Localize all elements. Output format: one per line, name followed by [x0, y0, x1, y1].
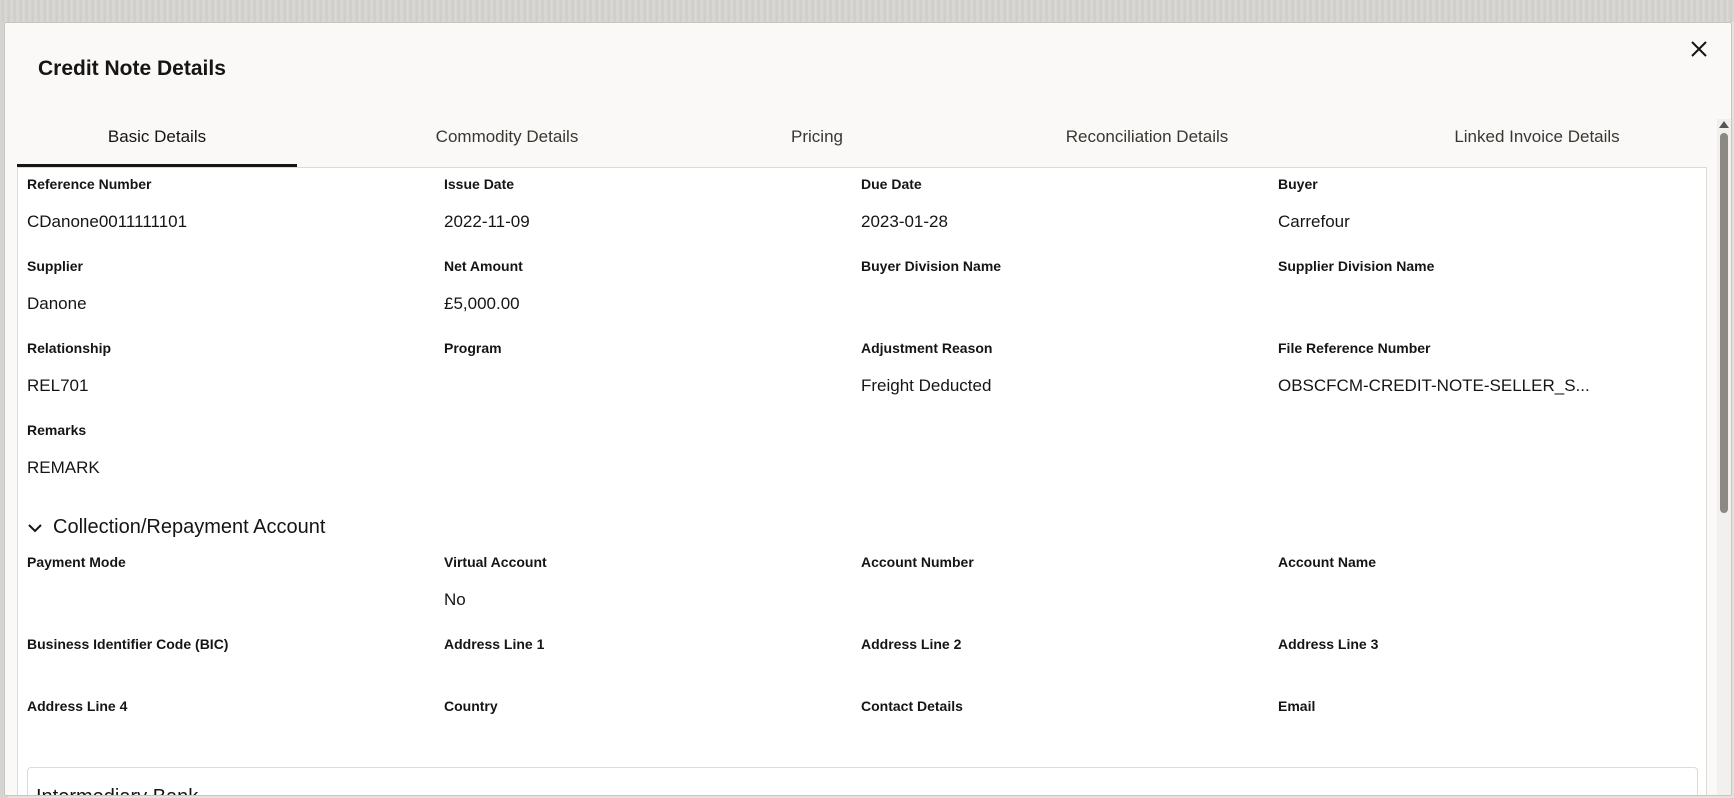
- field-relationship: Relationship REL701: [27, 340, 444, 422]
- field-value: REMARK: [27, 458, 100, 477]
- field-value: Carrefour: [1278, 212, 1350, 231]
- field-label: Supplier: [27, 258, 84, 274]
- field-label: Contact Details: [861, 698, 963, 714]
- field-value: 2022-11-09: [444, 212, 530, 231]
- field-value: CDanone0011111101: [27, 212, 188, 231]
- background-page-header: [0, 0, 1734, 22]
- field-label: Buyer: [1278, 176, 1318, 192]
- field-virtual-account: Virtual Account No: [444, 554, 861, 636]
- chevron-down-icon: [28, 523, 42, 532]
- field-contact-details: Contact Details: [861, 698, 1278, 760]
- tab-reconciliation-details[interactable]: Reconciliation Details: [997, 107, 1297, 167]
- field-label: Remarks: [27, 422, 87, 438]
- scrollbar-thumb[interactable]: [1720, 133, 1728, 513]
- collection-grid: Payment Mode Virtual Account No Account …: [18, 554, 1706, 760]
- close-button[interactable]: [1685, 35, 1713, 63]
- field-value: OBSCFCM-CREDIT-NOTE-SELLER_S...: [1278, 376, 1590, 395]
- field-address-line-2: Address Line 2: [861, 636, 1278, 698]
- field-label: Address Line 2: [861, 636, 962, 652]
- tab-commodity-details[interactable]: Commodity Details: [357, 107, 657, 167]
- vertical-scrollbar[interactable]: [1717, 119, 1731, 795]
- collection-section-toggle[interactable]: Collection/Repayment Account: [27, 516, 325, 539]
- field-label: Reference Number: [27, 176, 152, 192]
- field-label: Address Line 1: [444, 636, 545, 652]
- field-label: Net Amount: [444, 258, 523, 274]
- field-supplier-division-name: Supplier Division Name: [1278, 258, 1695, 340]
- field-account-number: Account Number: [861, 554, 1278, 636]
- dialog-title: Credit Note Details: [38, 57, 226, 80]
- field-buyer-division-name: Buyer Division Name: [861, 258, 1278, 340]
- field-label: Country: [444, 698, 498, 714]
- field-value: 2023-01-28: [861, 212, 948, 231]
- field-label: Issue Date: [444, 176, 515, 192]
- field-label: Program: [444, 340, 502, 356]
- field-label: File Reference Number: [1278, 340, 1431, 356]
- field-payment-mode: Payment Mode: [27, 554, 444, 636]
- field-label: Account Number: [861, 554, 974, 570]
- field-program: Program: [444, 340, 861, 422]
- field-label: Payment Mode: [27, 554, 126, 570]
- field-net-amount: Net Amount £5,000.00: [444, 258, 861, 340]
- field-label: Account Name: [1278, 554, 1377, 570]
- close-icon: [1691, 41, 1707, 57]
- field-value: Danone: [27, 294, 87, 313]
- tab-bar: Basic Details Commodity Details Pricing …: [17, 107, 1707, 167]
- field-value: £5,000.00: [444, 294, 520, 313]
- basic-details-grid: Reference Number CDanone0011111101 Issue…: [18, 176, 1706, 504]
- scroll-up-icon[interactable]: [1719, 121, 1729, 128]
- field-account-name: Account Name: [1278, 554, 1695, 636]
- field-issue-date: Issue Date 2022-11-09: [444, 176, 861, 258]
- tab-panel-basic-details: Reference Number CDanone0011111101 Issue…: [17, 167, 1707, 795]
- field-label: Buyer Division Name: [861, 258, 1002, 274]
- field-value: No: [444, 590, 466, 609]
- field-due-date: Due Date 2023-01-28: [861, 176, 1278, 258]
- tab-linked-invoice-details[interactable]: Linked Invoice Details: [1387, 107, 1687, 167]
- field-label: Supplier Division Name: [1278, 258, 1435, 274]
- field-value: Freight Deducted: [861, 376, 992, 395]
- field-address-line-1: Address Line 1: [444, 636, 861, 698]
- intermediary-bank-panel: Intermediary Bank: [27, 767, 1698, 795]
- field-label: Adjustment Reason: [861, 340, 993, 356]
- field-value: REL701: [27, 376, 89, 395]
- field-supplier: Supplier Danone: [27, 258, 444, 340]
- field-label: Address Line 3: [1278, 636, 1379, 652]
- field-label: Business Identifier Code (BIC): [27, 636, 229, 652]
- field-address-line-3: Address Line 3: [1278, 636, 1695, 698]
- field-label: Relationship: [27, 340, 112, 356]
- field-adjustment-reason: Adjustment Reason Freight Deducted: [861, 340, 1278, 422]
- field-label: Virtual Account: [444, 554, 547, 570]
- section-title: Collection/Repayment Account: [53, 516, 326, 538]
- field-reference-number: Reference Number CDanone0011111101: [27, 176, 444, 258]
- field-label: Due Date: [861, 176, 922, 192]
- tab-pricing[interactable]: Pricing: [717, 107, 917, 167]
- field-label: Email: [1278, 698, 1316, 714]
- field-address-line-4: Address Line 4: [27, 698, 444, 760]
- intermediary-bank-title: Intermediary Bank: [36, 786, 198, 795]
- field-remarks: Remarks REMARK: [27, 422, 444, 504]
- field-country: Country: [444, 698, 861, 760]
- field-buyer: Buyer Carrefour: [1278, 176, 1695, 258]
- credit-note-details-dialog: Credit Note Details Basic Details Commod…: [4, 22, 1732, 796]
- tab-basic-details[interactable]: Basic Details: [17, 107, 297, 167]
- field-label: Address Line 4: [27, 698, 128, 714]
- field-email: Email: [1278, 698, 1695, 760]
- field-bic: Business Identifier Code (BIC): [27, 636, 444, 698]
- field-file-reference-number: File Reference Number OBSCFCM-CREDIT-NOT…: [1278, 340, 1695, 422]
